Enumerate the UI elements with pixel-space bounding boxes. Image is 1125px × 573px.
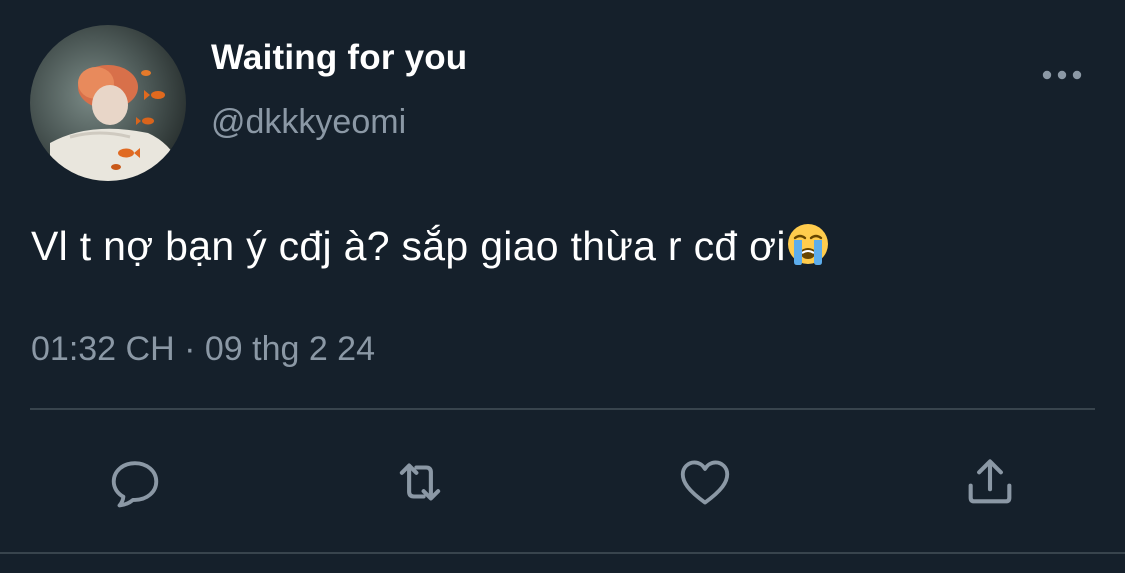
retweet-button[interactable]: [390, 452, 450, 512]
display-name[interactable]: Waiting for you: [211, 38, 467, 78]
reply-button[interactable]: [105, 452, 165, 512]
more-icon: [1042, 70, 1082, 80]
tweet-timestamp[interactable]: 01:32 CH · 09 thg 2 24: [31, 330, 375, 369]
retweet-icon: [399, 463, 441, 501]
heart-icon: [680, 460, 730, 505]
more-options-button[interactable]: [1040, 62, 1084, 88]
share-button[interactable]: [960, 452, 1020, 512]
avatar[interactable]: [30, 25, 186, 181]
tweet-text: Vl t nợ bạn ý cđj à? sắp giao thừa r cđ …: [31, 222, 830, 270]
reply-icon: [111, 461, 159, 508]
tweet-text-content: Vl t nợ bạn ý cđj à? sắp giao thừa r cđ …: [31, 223, 786, 269]
loudly-crying-face-icon: [787, 224, 828, 265]
like-button[interactable]: [675, 452, 735, 512]
divider: [0, 552, 1125, 554]
avatar-image: [50, 65, 180, 181]
share-icon: [968, 459, 1012, 504]
user-handle[interactable]: @dkkkyeomi: [211, 103, 406, 142]
divider: [30, 408, 1095, 410]
